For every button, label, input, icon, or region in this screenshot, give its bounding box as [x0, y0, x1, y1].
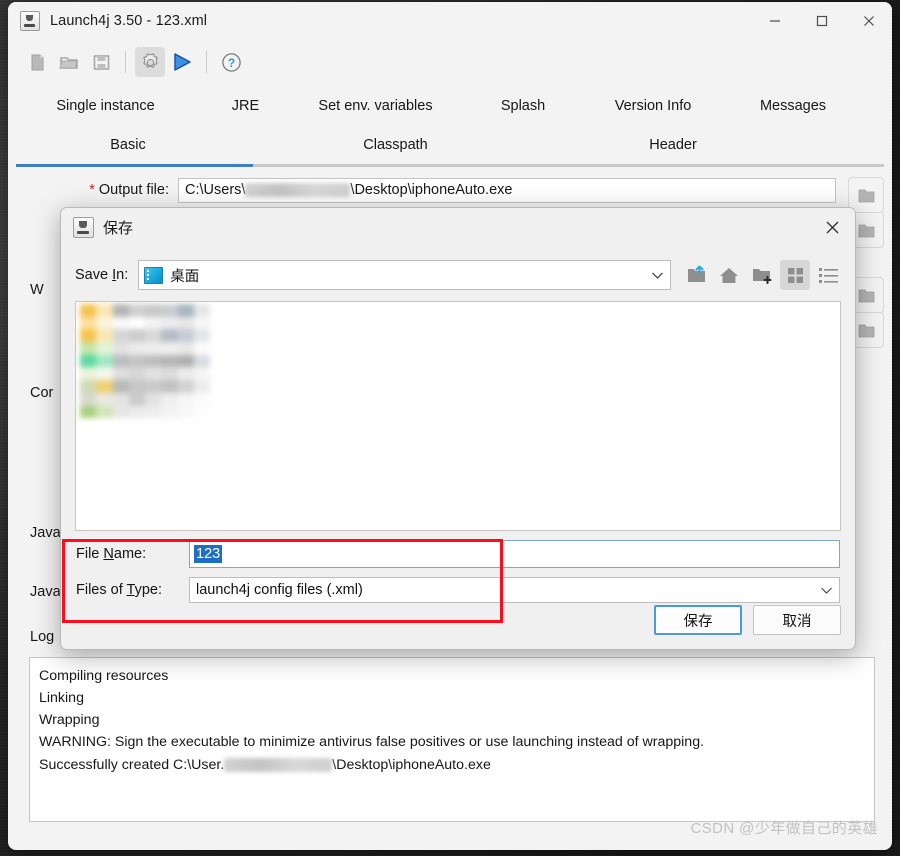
redacted-file-entries: [80, 304, 210, 419]
folder-up-icon[interactable]: [681, 260, 711, 290]
save-in-row: Save In: 桌面: [61, 258, 855, 292]
tab-row-1: Single instance JRE Set env. variables S…: [8, 86, 892, 125]
redacted-username: [245, 183, 351, 197]
file-name-value: 123: [194, 545, 223, 563]
output-file-input[interactable]: C:\Users\ \Desktop\iphoneAuto.exe: [178, 177, 836, 203]
open-icon[interactable]: [54, 47, 84, 77]
window-titlebar: Launch4j 3.50 - 123.xml: [8, 2, 892, 40]
folder-icon: [858, 324, 874, 337]
files-of-type-row: Files of Type: launch4j config files (.x…: [76, 575, 840, 605]
tab-version-info[interactable]: Version Info: [583, 86, 723, 125]
csdn-watermark: CSDN @少年做自己的英雄: [690, 820, 878, 837]
svg-text:?: ?: [227, 56, 234, 70]
build-gear-icon[interactable]: [135, 47, 165, 77]
dialog-titlebar: 保存: [61, 208, 855, 246]
home-icon[interactable]: [714, 260, 744, 290]
close-icon[interactable]: [817, 213, 847, 241]
new-icon[interactable]: [22, 47, 52, 77]
files-of-type-combobox[interactable]: launch4j config files (.xml): [189, 577, 840, 603]
file-list-view[interactable]: [75, 301, 841, 531]
log-success-suffix: \Desktop\iphoneAuto.exe: [332, 756, 491, 773]
tab-bar: Single instance JRE Set env. variables S…: [8, 84, 892, 167]
log-line-success: Successfully created C:\User. \Desktop\ip…: [39, 754, 865, 776]
log-success-prefix: Successfully created C:\User.: [39, 756, 225, 773]
desktop-icon: [144, 266, 164, 284]
save-in-combobox[interactable]: 桌面: [138, 260, 671, 290]
log-line-warning: WARNING: Sign the executable to minimize…: [39, 734, 705, 751]
output-file-row: * Output file: C:\Users\ \Desktop\iphoneA…: [8, 177, 892, 213]
files-of-type-label: Files of Type:: [76, 582, 162, 598]
window-title: Launch4j 3.50 - 123.xml: [50, 13, 208, 29]
log-output-panel[interactable]: Compiling resources Linking Wrapping WAR…: [29, 657, 875, 822]
tab-splash[interactable]: Splash: [463, 86, 583, 125]
field-label-w: W: [30, 282, 44, 298]
java-coffee-icon: [73, 216, 94, 238]
tab-basic[interactable]: Basic: [8, 125, 248, 164]
file-name-row: File Name: 123: [76, 539, 840, 569]
tab-header[interactable]: Header: [543, 125, 803, 164]
log-line: Linking: [39, 690, 84, 707]
list-view-icon[interactable]: [813, 260, 843, 290]
chevron-down-icon[interactable]: [648, 271, 666, 280]
chevron-down-icon[interactable]: [817, 586, 835, 595]
log-line: Compiling resources: [39, 668, 169, 684]
dialog-button-bar: 保存 取消: [654, 605, 841, 635]
files-of-type-value: launch4j config files (.xml): [196, 582, 363, 598]
required-marker: *: [89, 182, 95, 198]
save-file-dialog: 保存 Save In: 桌面 File Name: 123 Files of T…: [60, 207, 856, 650]
grid-view-icon[interactable]: [780, 260, 810, 290]
redacted-username-log: [224, 757, 333, 772]
new-folder-icon[interactable]: [747, 260, 777, 290]
tab-row-2: Basic Classpath Header: [8, 125, 892, 164]
output-file-label: * Output file:: [89, 182, 169, 198]
close-icon[interactable]: [845, 2, 892, 40]
file-name-input[interactable]: 123: [189, 540, 840, 568]
output-file-value-prefix: C:\Users\: [185, 182, 246, 198]
tab-messages[interactable]: Messages: [723, 86, 863, 125]
run-play-icon[interactable]: [167, 47, 197, 77]
window-controls: [751, 2, 892, 40]
save-icon[interactable]: [86, 47, 116, 77]
dialog-toolbar: [681, 260, 843, 290]
folder-icon: [858, 189, 874, 202]
folder-icon: [858, 289, 874, 302]
launch4j-main-window: Launch4j 3.50 - 123.xml ? Single instanc…: [8, 2, 892, 850]
help-question-icon[interactable]: ?: [216, 47, 246, 77]
main-toolbar: ?: [8, 40, 892, 84]
tab-set-env-variables[interactable]: Set env. variables: [288, 86, 463, 125]
save-in-value: 桌面: [170, 268, 200, 285]
java-coffee-icon: [20, 11, 40, 31]
log-line: Wrapping: [39, 712, 100, 729]
tab-jre[interactable]: JRE: [203, 86, 288, 125]
tab-single-instance[interactable]: Single instance: [8, 86, 203, 125]
tab-classpath[interactable]: Classpath: [248, 125, 543, 164]
output-file-value-suffix: \Desktop\iphoneAuto.exe: [350, 182, 513, 198]
maximize-icon[interactable]: [798, 2, 845, 40]
save-in-label: Save In:: [75, 267, 129, 283]
folder-icon: [858, 224, 874, 237]
minimize-icon[interactable]: [751, 2, 798, 40]
file-name-label: File Name:: [76, 546, 147, 562]
toolbar-separator-2: [206, 51, 207, 73]
dialog-title: 保存: [103, 219, 134, 237]
save-button[interactable]: 保存: [654, 605, 742, 635]
toolbar-separator: [125, 51, 126, 73]
cancel-button[interactable]: 取消: [753, 605, 841, 635]
